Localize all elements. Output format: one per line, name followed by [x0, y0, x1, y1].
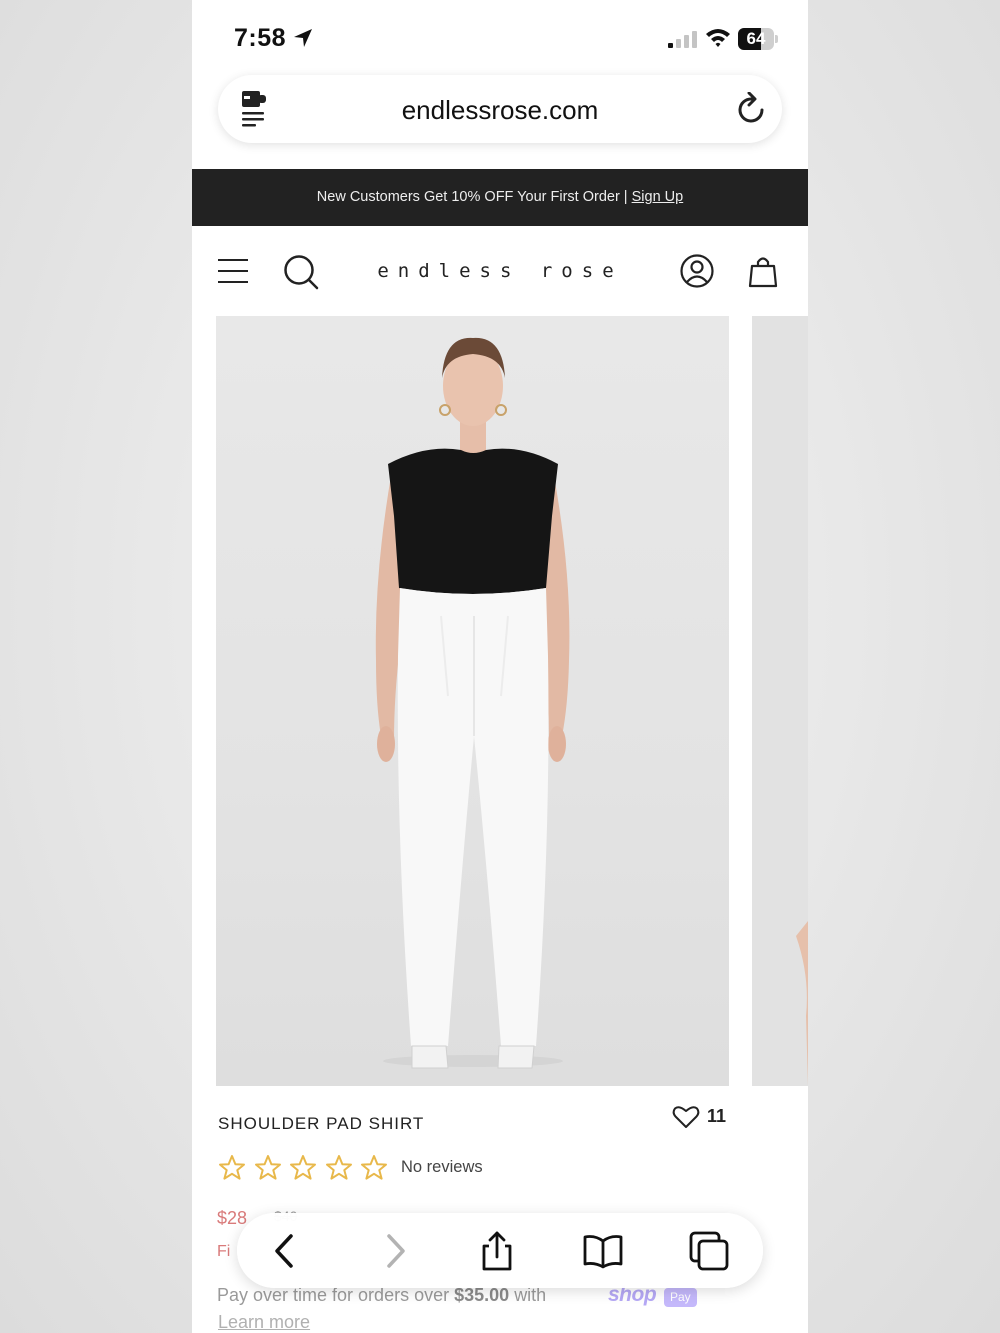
product-title[interactable]: SHOULDER PAD SHIRT	[218, 1114, 424, 1134]
battery-body: 64	[738, 28, 774, 50]
star-icon	[290, 1155, 316, 1180]
promo-text: New Customers Get 10% OFF Your First Ord…	[316, 189, 628, 205]
pay-over-prefix: Pay over time for orders over	[217, 1285, 450, 1305]
product-image[interactable]	[216, 316, 729, 1086]
sale-price: $28	[217, 1208, 248, 1228]
tabs-icon[interactable]	[689, 1231, 729, 1271]
brand-logo[interactable]: endless rose	[192, 260, 808, 282]
browser-toolbar	[237, 1213, 763, 1288]
battery-level: 64	[746, 29, 766, 48]
next-product-image[interactable]	[752, 316, 808, 1086]
cellular-signal-icon	[668, 31, 697, 48]
star-icon	[325, 1155, 352, 1180]
site-header: endless rose	[192, 226, 808, 316]
phone-screen: 7:58 64 endlessrose.com New Customers Ge…	[192, 0, 808, 1333]
shop-pay-badge: Pay	[664, 1288, 697, 1307]
battery-cap	[775, 35, 778, 43]
financing-text: Fi	[217, 1243, 231, 1260]
promo-banner: New Customers Get 10% OFF Your First Ord…	[192, 169, 808, 226]
share-icon[interactable]	[477, 1231, 517, 1271]
reload-icon[interactable]	[736, 92, 768, 126]
url-text[interactable]: endlessrose.com	[218, 95, 782, 126]
address-bar[interactable]: endlessrose.com	[218, 75, 782, 143]
forward-icon[interactable]	[375, 1231, 415, 1271]
wifi-icon	[706, 29, 730, 47]
heart-icon[interactable]	[672, 1105, 700, 1129]
favorites-count: 11	[707, 1106, 727, 1126]
status-time: 7:58	[234, 24, 287, 52]
star-icon	[219, 1155, 245, 1180]
next-model-photo	[796, 921, 808, 1086]
shopping-bag-icon[interactable]	[748, 254, 778, 288]
bookmarks-icon[interactable]	[583, 1231, 623, 1271]
star-icon	[361, 1155, 387, 1180]
learn-more-link[interactable]: Learn more	[218, 1312, 310, 1333]
battery-icon: 64	[738, 28, 778, 50]
pay-over-amount: $35.00	[454, 1285, 510, 1305]
pay-over-time-text: Pay over time for orders over $35.00 wit…	[217, 1285, 546, 1306]
pay-over-suffix: with	[514, 1285, 547, 1305]
back-icon[interactable]	[265, 1231, 305, 1271]
account-icon[interactable]	[680, 254, 714, 288]
reviews-text[interactable]: No reviews	[401, 1158, 483, 1177]
sign-up-link[interactable]: Sign Up	[632, 189, 684, 205]
location-arrow-icon	[294, 29, 312, 47]
star-icon	[254, 1155, 281, 1180]
status-bar: 7:58 64	[192, 0, 808, 72]
model-photo	[375, 337, 570, 1069]
